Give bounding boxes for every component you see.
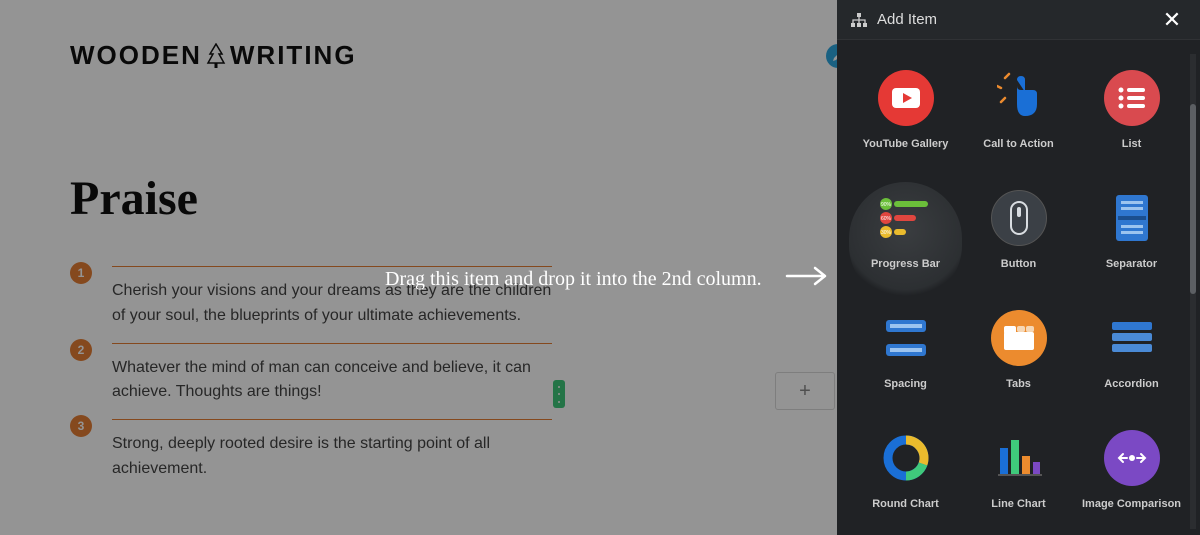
item-youtube-gallery[interactable]: YouTube Gallery <box>849 62 962 182</box>
button-icon <box>991 190 1047 246</box>
youtube-icon <box>878 70 934 126</box>
item-label: Call to Action <box>983 138 1053 150</box>
site-logo: WOODEN WRITING <box>70 40 357 71</box>
logo-word-2: WRITING <box>230 40 357 71</box>
quote-divider <box>112 419 552 420</box>
item-tabs[interactable]: Tabs <box>962 302 1075 422</box>
close-icon[interactable]: ✕ <box>1158 6 1186 34</box>
item-button[interactable]: Button <box>962 182 1075 302</box>
accordion-icon <box>1104 310 1160 366</box>
svg-text:30%: 30% <box>880 230 891 236</box>
tree-icon <box>206 43 226 69</box>
item-label: Line Chart <box>991 498 1045 510</box>
item-accordion[interactable]: Accordion <box>1075 302 1188 422</box>
svg-text:90%: 90% <box>880 202 891 208</box>
logo-word-1: WOODEN <box>70 40 202 71</box>
spacing-icon <box>878 310 934 366</box>
quote-text: Strong, deeply rooted desire is the star… <box>112 432 552 482</box>
item-line-chart[interactable]: Line Chart <box>962 422 1075 535</box>
separator-icon <box>1104 190 1160 246</box>
item-label: Accordion <box>1104 378 1158 390</box>
quote-text: Cherish your visions and your dreams as … <box>112 279 552 329</box>
item-spacing[interactable]: Spacing <box>849 302 962 422</box>
scrollbar-track[interactable] <box>1190 54 1196 529</box>
item-label: YouTube Gallery <box>863 138 949 150</box>
panel-header: Add Item ✕ <box>837 0 1200 40</box>
quote-number-badge: 1 <box>70 262 92 284</box>
item-call-to-action[interactable]: Call to Action <box>962 62 1075 182</box>
tabs-icon <box>991 310 1047 366</box>
item-label: Separator <box>1106 258 1157 270</box>
item-image-comparison[interactable]: Image Comparison <box>1075 422 1188 535</box>
sitemap-icon <box>851 13 867 27</box>
item-label: Image Comparison <box>1082 498 1181 510</box>
add-item-panel: Add Item ✕ YouTube Gallery Call <box>837 0 1200 535</box>
svg-text:60%: 60% <box>880 216 891 222</box>
quote-number-badge: 3 <box>70 415 92 437</box>
item-label: List <box>1122 138 1142 150</box>
add-column-slot[interactable]: + <box>775 372 835 410</box>
item-separator[interactable]: Separator <box>1075 182 1188 302</box>
pointer-icon <box>991 70 1047 126</box>
scrollbar-thumb[interactable] <box>1190 104 1196 294</box>
item-round-chart[interactable]: Round Chart <box>849 422 962 535</box>
quote-number-badge: 2 <box>70 339 92 361</box>
quote-divider <box>112 266 552 267</box>
panel-body: YouTube Gallery Call to Action <box>837 40 1200 535</box>
item-label: Tabs <box>1006 378 1031 390</box>
item-list[interactable]: List <box>1075 62 1188 182</box>
item-progress-bar[interactable]: 90% 60% 30% Progress Bar <box>849 182 962 302</box>
list-icon <box>1104 70 1160 126</box>
item-label: Button <box>1001 258 1036 270</box>
image-compare-icon <box>1104 430 1160 486</box>
quote-text: Whatever the mind of man can conceive an… <box>112 356 552 406</box>
item-label: Progress Bar <box>871 258 940 270</box>
quote-divider <box>112 343 552 344</box>
progress-bar-icon: 90% 60% 30% <box>878 190 934 246</box>
plus-icon: + <box>799 380 811 403</box>
item-label: Spacing <box>884 378 927 390</box>
column-drag-handle[interactable] <box>553 380 565 408</box>
bar-chart-icon <box>991 430 1047 486</box>
panel-title: Add Item <box>877 11 937 28</box>
donut-chart-icon <box>878 430 934 486</box>
item-label: Round Chart <box>872 498 939 510</box>
